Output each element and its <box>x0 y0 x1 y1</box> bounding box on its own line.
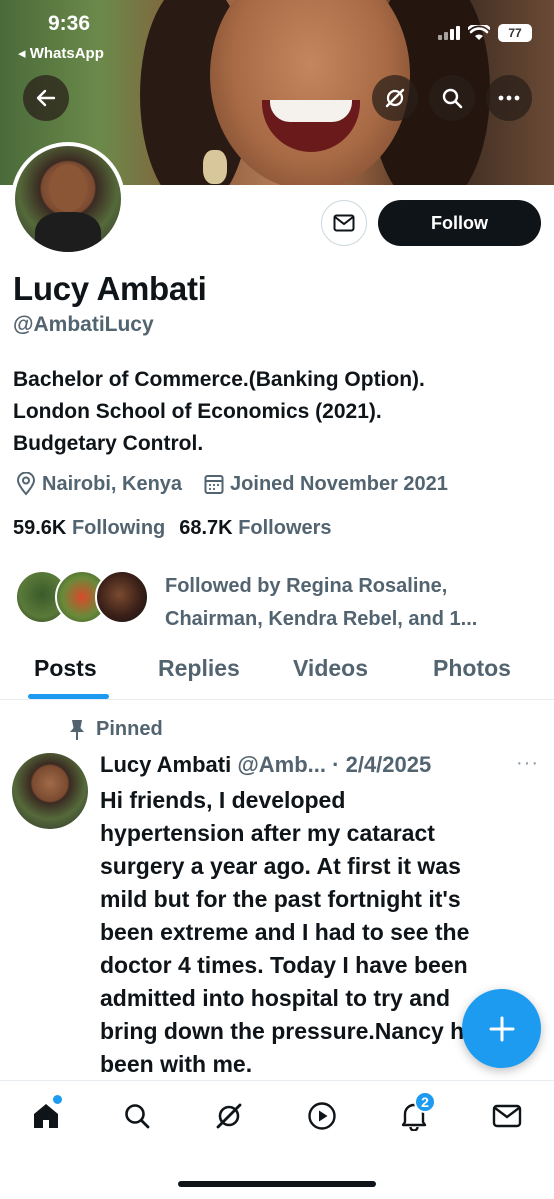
signal-icon <box>438 26 460 40</box>
nav-notifications[interactable]: 2 <box>397 1091 436 1133</box>
followed-by-text: Followed by Regina Rosaline, Chairman, K… <box>165 570 535 636</box>
post-date: · 2/4/2025 <box>332 752 432 777</box>
more-button[interactable] <box>486 75 532 121</box>
banner-earring <box>203 150 227 184</box>
nav-search[interactable] <box>120 1099 154 1133</box>
followed-by-line: Chairman, Kendra Rebel, and 1... <box>165 608 478 630</box>
post-line: doctor 4 times. Today I have been <box>100 952 468 978</box>
post-avatar[interactable] <box>12 753 88 829</box>
home-icon <box>34 1104 58 1128</box>
status-time: 9:36 <box>48 12 91 35</box>
post-line: mild but for the past fortnight it's <box>100 886 461 912</box>
profile-bio: Bachelor of Commerce.(Banking Option). L… <box>13 364 543 460</box>
battery-icon: 77 <box>498 24 532 42</box>
profile-avatar[interactable] <box>11 142 125 256</box>
tab-posts[interactable]: Posts <box>34 655 97 682</box>
bio-line: Budgetary Control. <box>13 432 204 455</box>
profile-handle: @AmbatiLucy <box>13 313 154 336</box>
post-more-button[interactable]: ··· <box>516 752 539 775</box>
profile-name: Lucy Ambati <box>13 270 207 307</box>
joined-text: Joined November 2021 <box>230 472 448 495</box>
arrow-left-icon <box>36 89 56 107</box>
active-tab-indicator <box>28 694 109 699</box>
post-author[interactable]: Lucy Ambati <box>100 752 231 777</box>
plus-icon <box>489 1016 514 1041</box>
follow-button[interactable]: Follow <box>378 200 541 246</box>
tab-replies[interactable]: Replies <box>158 655 240 682</box>
wifi-icon <box>468 25 490 40</box>
pinned-label: Pinned <box>68 718 163 741</box>
followers-label: Followers <box>238 517 332 539</box>
followers-link[interactable]: 68.7K Followers <box>179 517 331 540</box>
tab-photos[interactable]: Photos <box>433 655 511 682</box>
post-line: been with me. <box>100 1051 253 1077</box>
play-icon <box>308 1102 336 1130</box>
search-button[interactable] <box>429 75 475 121</box>
notification-badge: 2 <box>414 1091 436 1113</box>
mail-icon <box>333 214 355 232</box>
nav-video[interactable] <box>305 1099 339 1133</box>
back-to-whatsapp[interactable]: ◂ WhatsApp <box>18 44 104 62</box>
bio-line: London School of Economics (2021). <box>13 400 382 423</box>
profile-location: Nairobi, Kenya <box>16 472 182 496</box>
followers-count: 68.7K <box>179 517 233 539</box>
location-text: Nairobi, Kenya <box>42 472 183 495</box>
post-line: been extreme and I had to see the <box>100 919 470 945</box>
status-icons: 77 <box>438 24 532 42</box>
grok-icon <box>385 88 405 108</box>
profile-counts: 59.6K Following 68.7K Followers <box>13 517 332 540</box>
post-line: hypertension after my cataract <box>100 820 435 846</box>
followed-by[interactable]: Followed by Regina Rosaline, Chairman, K… <box>15 570 535 636</box>
post-line: surgery a year ago. At first it was <box>100 853 461 879</box>
grok-icon <box>216 1103 242 1129</box>
profile-meta: Nairobi, Kenya Joined November 2021 <box>16 472 470 496</box>
post-line: Hi friends, I developed <box>100 787 346 813</box>
pinned-text: Pinned <box>96 718 163 740</box>
post-handle: @Amb... <box>237 752 327 777</box>
location-pin-icon <box>16 472 36 496</box>
back-button[interactable] <box>23 75 69 121</box>
message-button[interactable] <box>321 200 367 246</box>
pin-icon <box>70 719 84 740</box>
profile-tabs: Posts Replies Videos Photos <box>0 640 554 700</box>
tab-videos[interactable]: Videos <box>293 655 368 682</box>
home-indicator[interactable] <box>178 1181 376 1187</box>
home-unread-dot <box>53 1095 62 1104</box>
following-count: 59.6K <box>13 517 67 539</box>
compose-button[interactable] <box>462 989 541 1068</box>
profile-joined: Joined November 2021 <box>204 473 448 496</box>
more-icon <box>498 95 520 101</box>
followed-by-line: Followed by Regina Rosaline, <box>165 575 448 597</box>
search-icon <box>442 88 463 109</box>
grok-button[interactable] <box>372 75 418 121</box>
nav-home[interactable] <box>29 1095 63 1133</box>
post-header: Lucy Ambati @Amb... · 2/4/2025 <box>100 752 431 778</box>
follower-avatar <box>95 570 149 624</box>
bio-line: Bachelor of Commerce.(Banking Option). <box>13 368 425 391</box>
calendar-icon <box>204 475 224 494</box>
nav-messages[interactable] <box>490 1099 524 1133</box>
mail-icon <box>492 1104 522 1128</box>
following-label: Following <box>71 517 166 539</box>
search-icon <box>125 1104 150 1129</box>
nav-grok[interactable] <box>212 1099 246 1133</box>
following-link[interactable]: 59.6K Following <box>13 517 165 540</box>
